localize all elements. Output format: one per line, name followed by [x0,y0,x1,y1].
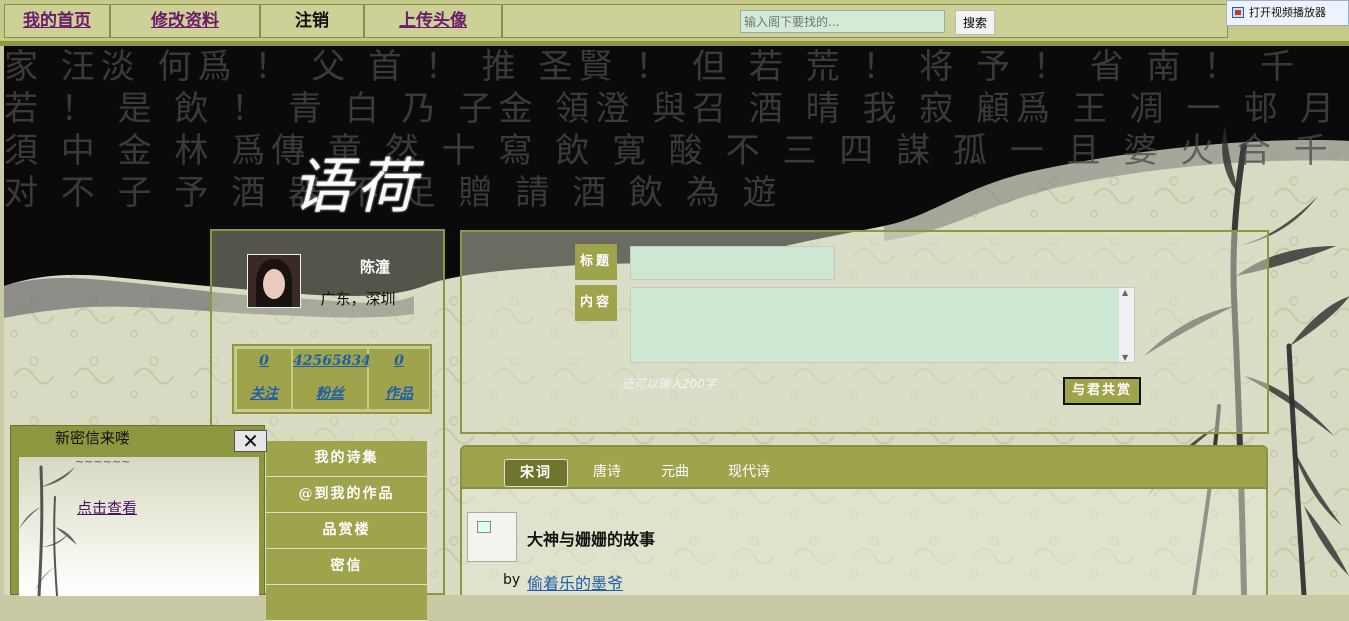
profile-menu: 我的诗集 @到我的作品 品赏楼 密信 [266,441,427,621]
popup-body: ~~~~~~ 点击查看 [19,457,259,596]
avatar-face [263,269,285,299]
view-message-link[interactable]: 点击查看 [77,497,137,518]
menu-appreciation-hall[interactable]: 品赏楼 [266,513,427,549]
stat-works-label[interactable]: 作品 [369,383,429,403]
search-button[interactable]: 搜索 [955,10,995,35]
search-input[interactable] [740,10,945,33]
menu-mentions[interactable]: @到我的作品 [266,477,427,513]
close-icon[interactable]: ✕ [234,430,267,452]
nav-upload-avatar-cell: 上传头像 [364,4,502,38]
title-label: 标题 [575,244,617,280]
nav-upload-avatar-link[interactable]: 上传头像 [399,11,467,31]
nav-edit-profile-cell: 修改资料 [110,4,260,38]
user-location: 广东，深圳 [320,290,396,308]
video-player-icon [1232,7,1244,18]
popup-decoration: ~~~~~~ [75,457,131,468]
category-tabs-bar [460,445,1268,489]
nav-edit-profile-link[interactable]: 修改资料 [151,11,219,31]
stat-following-label[interactable]: 关注 [237,383,291,403]
open-video-player-popup[interactable]: 打开视频播放器 [1226,0,1349,26]
article-author-link[interactable]: 偷着乐的墨爷 [527,570,623,594]
broken-image-icon [477,521,491,533]
bamboo-decoration-icon [19,465,77,596]
nav-home-cell: 我的首页 [4,4,110,38]
stat-fans-label[interactable]: 粉丝 [293,383,367,403]
title-input[interactable] [630,246,835,280]
menu-my-poems[interactable]: 我的诗集 [266,441,427,477]
stat-works[interactable]: 0 作品 [369,349,429,409]
stat-following-value[interactable]: 0 [237,353,291,369]
stat-works-value[interactable]: 0 [369,353,429,369]
character-count-hint: 还可以输入200字 [622,377,717,391]
seal-script-calligraphy: 家 汪淡 何爲 ！ 父 首 ！ 推 圣賢 ！ 但 若 荒 ！ 将 予 ！ 省 南… [4,47,1341,213]
new-message-popup: 新密信来喽 ✕ ~~~~~~ 点击查看 [10,425,267,596]
stat-fans-value[interactable]: 42565834 [293,353,371,369]
article-title[interactable]: 大神与姗姗的故事 [527,526,655,550]
avatar[interactable] [247,254,301,308]
tab-song-ci[interactable]: 宋词 [504,459,568,487]
tab-modern-poetry[interactable]: 现代诗 [720,459,778,485]
nav-home-link[interactable]: 我的首页 [23,11,91,31]
popup-title: 新密信来喽 [55,429,131,447]
menu-item-more[interactable] [266,585,427,621]
top-navigation-bar: 我的首页 修改资料 注销 上传头像 [0,0,1349,46]
nav-logout-cell[interactable]: 注销 [260,4,364,38]
tab-tang-poems[interactable]: 唐诗 [584,459,630,485]
stats-box: 0 关注 42565834 粉丝 0 作品 [232,344,432,414]
stat-following[interactable]: 0 关注 [237,349,291,409]
article-thumbnail[interactable] [467,512,517,562]
user-name: 陈潼 [359,258,390,276]
content-textarea[interactable] [630,287,1135,363]
content-label: 内容 [575,285,617,321]
stat-fans[interactable]: 42565834 粉丝 [293,349,371,409]
share-button[interactable]: 与君共赏 [1063,377,1141,405]
menu-private-messages[interactable]: 密信 [266,549,427,585]
video-popup-label: 打开视频播放器 [1249,6,1326,19]
nav-logout-label[interactable]: 注销 [295,11,329,31]
content-scrollbar[interactable] [1118,288,1134,362]
article-by-label: by [503,572,521,588]
site-logo: 语荷 [292,152,420,222]
tab-yuan-qu[interactable]: 元曲 [652,459,698,485]
